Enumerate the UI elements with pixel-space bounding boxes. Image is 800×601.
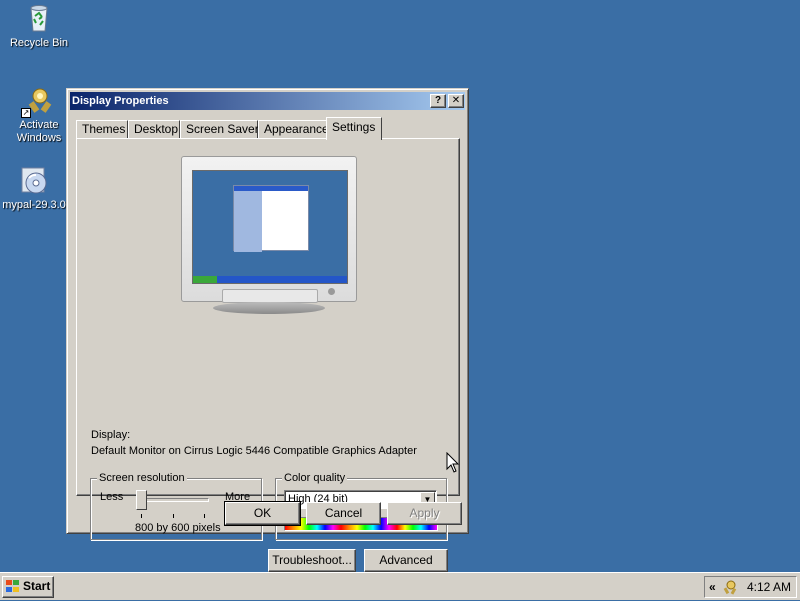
apply-button[interactable]: Apply — [387, 502, 462, 525]
preview-start-button — [193, 276, 217, 283]
monitor-power-led — [328, 288, 335, 295]
monitor-frame — [181, 156, 357, 303]
start-label: Start — [23, 579, 51, 593]
desktop-icon-mypal[interactable]: mypal-29.3.0 — [0, 164, 72, 212]
color-quality-legend: Color quality — [282, 472, 348, 484]
help-button[interactable]: ? — [430, 94, 446, 108]
tab-screen-saver[interactable]: Screen Saver — [180, 120, 259, 139]
start-button[interactable]: Start — [2, 576, 54, 598]
slider-tick — [204, 514, 205, 518]
clock[interactable]: 4:12 AM — [747, 577, 791, 597]
resolution-value: 800 by 600 pixels — [135, 522, 221, 534]
help-icon: ? — [434, 95, 442, 106]
tab-desktop[interactable]: Desktop — [128, 120, 180, 139]
settings-tab-panel: Display: Default Monitor on Cirrus Logic… — [76, 138, 460, 572]
slider-tick — [141, 514, 142, 518]
screen-resolution-legend: Screen resolution — [97, 472, 187, 484]
dialog-titlebar[interactable]: Display Properties ? ✕ — [70, 92, 465, 110]
resolution-less-label: Less — [100, 491, 124, 503]
recycle-bin-icon — [23, 2, 55, 34]
tray-expand-button[interactable]: « — [709, 577, 716, 597]
monitor-preview — [181, 156, 357, 314]
tab-settings[interactable]: Settings — [326, 117, 382, 140]
monitor-bezel-bottom — [222, 289, 318, 303]
close-icon: ✕ — [451, 95, 461, 106]
dialog-title: Display Properties — [72, 95, 169, 107]
troubleshoot-button[interactable]: Troubleshoot... — [268, 549, 356, 572]
monitor-stand — [213, 302, 325, 314]
shortcut-arrow-icon: ↗ — [21, 108, 31, 118]
activate-windows-icon: ↗ — [21, 84, 55, 118]
resolution-slider-track[interactable] — [139, 498, 209, 502]
display-value: Default Monitor on Cirrus Logic 5446 Com… — [91, 445, 417, 457]
preview-window — [233, 185, 309, 252]
windows-logo-icon — [6, 580, 20, 593]
slider-tick — [173, 514, 174, 518]
advanced-button[interactable]: Advanced — [364, 549, 448, 572]
display-label: Display: — [91, 429, 131, 441]
activation-key-icon[interactable] — [722, 579, 738, 595]
system-tray: « 4:12 AM — [704, 576, 797, 598]
mouse-cursor-icon — [446, 452, 460, 473]
desktop-icon-recycle-bin[interactable]: Recycle Bin — [1, 2, 77, 50]
resolution-slider-thumb[interactable] — [136, 490, 147, 510]
cancel-button[interactable]: Cancel — [306, 502, 381, 525]
tab-appearance[interactable]: Appearance — [258, 120, 329, 139]
ok-button[interactable]: OK — [224, 501, 301, 526]
taskbar: Start « 4:12 AM — [0, 572, 800, 600]
display-properties-dialog: Display Properties ? ✕ Themes Desktop Sc… — [66, 88, 469, 572]
close-button[interactable]: ✕ — [448, 94, 464, 108]
tab-themes[interactable]: Themes — [76, 120, 128, 139]
monitor-screen-preview — [192, 170, 348, 284]
installer-cd-icon — [18, 164, 50, 196]
